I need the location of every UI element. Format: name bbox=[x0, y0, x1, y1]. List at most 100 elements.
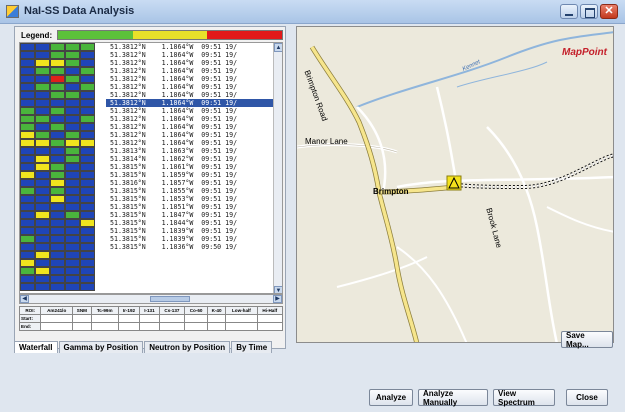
roi-header-cell: ROI: bbox=[18, 306, 42, 315]
scroll-left-icon[interactable]: ◀ bbox=[20, 295, 29, 303]
heatmap-cell bbox=[50, 139, 65, 147]
roi-value-cell[interactable] bbox=[184, 314, 208, 323]
tab-by-time[interactable]: By Time bbox=[231, 341, 273, 353]
roi-value-cell[interactable] bbox=[117, 314, 141, 323]
heatmap-cell bbox=[80, 115, 95, 123]
scroll-down-icon[interactable]: ▼ bbox=[274, 286, 282, 293]
roi-value-cell[interactable] bbox=[206, 314, 227, 323]
position-row[interactable]: 51.3815°N 1.1853°W 09:51 19/ bbox=[106, 195, 275, 203]
heatmap-cell bbox=[35, 267, 50, 275]
roi-header-cell: Ir-192 bbox=[117, 306, 141, 315]
heatmap-cell bbox=[20, 227, 35, 235]
position-row[interactable]: 51.3812°N 1.1864°W 09:51 19/ bbox=[106, 99, 275, 107]
roi-value-cell[interactable] bbox=[117, 322, 141, 331]
heatmap-cell bbox=[80, 51, 95, 59]
heatmap-row bbox=[20, 195, 105, 203]
position-row[interactable]: 51.3812°N 1.1864°W 09:51 19/ bbox=[106, 123, 275, 131]
position-list[interactable]: 51.3812°N 1.1864°W 09:51 19/51.3812°N 1.… bbox=[106, 43, 275, 293]
roi-value-cell[interactable] bbox=[139, 314, 160, 323]
roi-value-cell[interactable] bbox=[40, 314, 73, 323]
position-row[interactable]: 51.3815°N 1.1839°W 09:51 19/ bbox=[106, 227, 275, 235]
heatmap-row bbox=[20, 131, 105, 139]
roi-value-cell[interactable]: Start: bbox=[18, 314, 42, 323]
heatmap-cell bbox=[35, 283, 50, 291]
roi-value-cell[interactable] bbox=[184, 322, 208, 331]
roi-value-cell[interactable] bbox=[206, 322, 227, 331]
analyze-button[interactable]: Analyze bbox=[369, 389, 413, 406]
tab-gamma-by-position[interactable]: Gamma by Position bbox=[58, 341, 144, 353]
position-row[interactable]: 51.3812°N 1.1864°W 09:51 19/ bbox=[106, 115, 275, 123]
position-row[interactable]: 51.3814°N 1.1862°W 09:51 19/ bbox=[106, 155, 275, 163]
heatmap-cell bbox=[65, 147, 80, 155]
tab-waterfall[interactable]: Waterfall bbox=[14, 341, 58, 353]
roi-value-cell[interactable] bbox=[256, 314, 284, 323]
maximize-button[interactable] bbox=[580, 4, 598, 19]
heatmap-cell bbox=[35, 211, 50, 219]
position-row[interactable]: 51.3812°N 1.1864°W 09:51 19/ bbox=[106, 67, 275, 75]
close-button[interactable]: Close bbox=[566, 389, 608, 406]
vertical-scrollbar[interactable]: ▲ ▼ bbox=[273, 43, 282, 293]
roi-value-cell[interactable] bbox=[71, 322, 92, 331]
position-row[interactable]: 51.3812°N 1.1864°W 09:51 19/ bbox=[106, 131, 275, 139]
scroll-up-icon[interactable]: ▲ bbox=[274, 43, 282, 52]
heatmap-cell bbox=[35, 99, 50, 107]
roi-value-cell[interactable] bbox=[225, 314, 258, 323]
position-row[interactable]: 51.3815°N 1.1851°W 09:51 19/ bbox=[106, 203, 275, 211]
close-window-button[interactable] bbox=[600, 4, 618, 19]
scroll-right-icon[interactable]: ▶ bbox=[273, 295, 282, 303]
minimize-button[interactable] bbox=[560, 4, 578, 19]
roi-value-cell[interactable] bbox=[139, 322, 160, 331]
position-row[interactable]: 51.3812°N 1.1864°W 09:51 19/ bbox=[106, 139, 275, 147]
position-row[interactable]: 51.3812°N 1.1864°W 09:51 19/ bbox=[106, 75, 275, 83]
position-row[interactable]: 51.3816°N 1.1857°W 09:51 19/ bbox=[106, 179, 275, 187]
heatmap-row bbox=[20, 107, 105, 115]
position-row[interactable]: 51.3812°N 1.1864°W 09:51 19/ bbox=[106, 83, 275, 91]
heatmap-cell bbox=[20, 155, 35, 163]
heatmap-cell bbox=[65, 139, 80, 147]
position-row[interactable]: 51.3812°N 1.1864°W 09:51 19/ bbox=[106, 51, 275, 59]
position-row[interactable]: 51.3815°N 1.1861°W 09:51 19/ bbox=[106, 163, 275, 171]
roi-value-cell[interactable] bbox=[90, 314, 119, 323]
position-row[interactable]: 51.3812°N 1.1864°W 09:51 19/ bbox=[106, 91, 275, 99]
roi-value-cell[interactable] bbox=[158, 314, 186, 323]
map-view[interactable]: MapPoint Brimpton Road Manor Lane Brimpt… bbox=[296, 26, 614, 343]
heatmap-row bbox=[20, 139, 105, 147]
heatmap-cell bbox=[65, 51, 80, 59]
position-row[interactable]: 51.3815°N 1.1847°W 09:51 19/ bbox=[106, 211, 275, 219]
view-spectrum-button[interactable]: View Spectrum bbox=[493, 389, 555, 407]
horizontal-scrollbar[interactable]: ◀ ▶ bbox=[19, 294, 283, 304]
heatmap-cell bbox=[80, 275, 95, 283]
heatmap-cell bbox=[35, 147, 50, 155]
heatmap-row bbox=[20, 155, 105, 163]
roi-value-cell[interactable] bbox=[158, 322, 186, 331]
heatmap-row bbox=[20, 267, 105, 275]
roi-value-cell[interactable] bbox=[71, 314, 92, 323]
position-row[interactable]: 51.3815°N 1.1855°W 09:51 19/ bbox=[106, 187, 275, 195]
roi-value-cell[interactable] bbox=[40, 322, 73, 331]
roi-value-cell[interactable]: End: bbox=[18, 322, 42, 331]
heatmap-cell bbox=[20, 75, 35, 83]
position-row[interactable]: 51.3815°N 1.1844°W 09:51 19/ bbox=[106, 219, 275, 227]
roi-value-cell[interactable] bbox=[90, 322, 119, 331]
save-map-button[interactable]: Save Map... bbox=[561, 331, 613, 349]
position-row[interactable]: 51.3813°N 1.1863°W 09:51 19/ bbox=[106, 147, 275, 155]
position-row[interactable]: 51.3812°N 1.1864°W 09:51 19/ bbox=[106, 107, 275, 115]
heatmap-cell bbox=[20, 83, 35, 91]
waterfall-grid[interactable]: 51.3812°N 1.1864°W 09:51 19/51.3812°N 1.… bbox=[19, 42, 283, 294]
legend-segment bbox=[58, 31, 133, 39]
roi-value-cell[interactable] bbox=[225, 322, 258, 331]
heatmap-cell bbox=[80, 259, 95, 267]
position-row[interactable]: 51.3815°N 1.1836°W 09:50 19/ bbox=[106, 243, 275, 251]
heatmap-cell bbox=[80, 43, 95, 51]
position-row[interactable]: 51.3812°N 1.1864°W 09:51 19/ bbox=[106, 59, 275, 67]
map-canvas bbox=[297, 31, 613, 342]
position-row[interactable]: 51.3815°N 1.1839°W 09:51 19/ bbox=[106, 235, 275, 243]
position-row[interactable]: 51.3815°N 1.1859°W 09:51 19/ bbox=[106, 171, 275, 179]
roi-value-cell[interactable] bbox=[256, 322, 284, 331]
heatmap-row bbox=[20, 123, 105, 131]
position-row[interactable]: 51.3812°N 1.1864°W 09:51 19/ bbox=[106, 43, 275, 51]
scroll-thumb[interactable] bbox=[150, 296, 190, 302]
tab-neutron-by-position[interactable]: Neutron by Position bbox=[144, 341, 231, 353]
analyze-manually-button[interactable]: Analyze Manually bbox=[418, 389, 488, 407]
waterfall-heatmap bbox=[20, 43, 105, 293]
